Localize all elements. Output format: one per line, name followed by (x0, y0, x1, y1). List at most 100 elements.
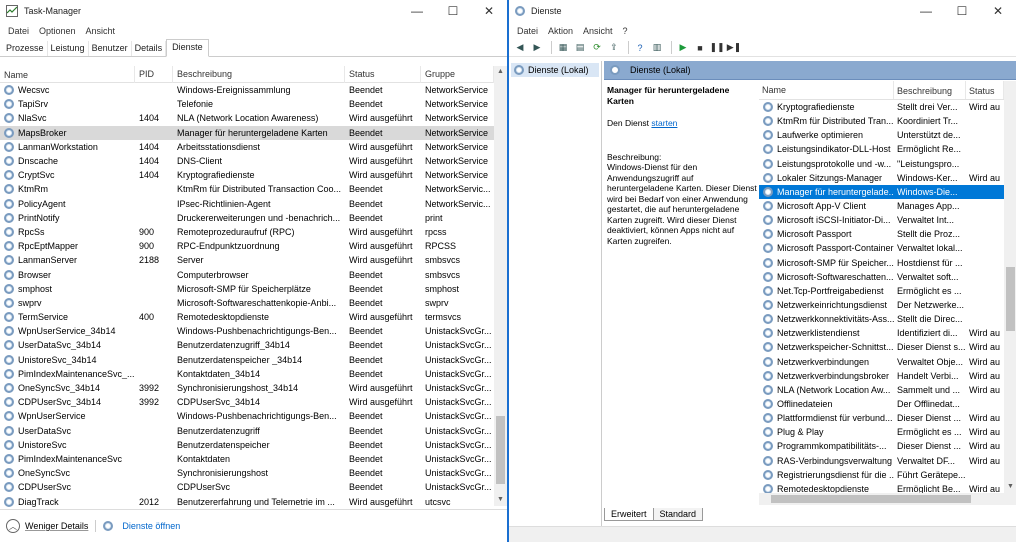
export-list-icon[interactable]: ⇪ (607, 41, 621, 54)
table-row[interactable]: Microsoft-SMP für Speicher... Hostdienst … (759, 256, 1004, 270)
forward-arrow-icon[interactable]: ▶ (530, 41, 544, 54)
sv-vertical-scrollbar[interactable]: ▼ (1004, 81, 1016, 493)
nav-services-local[interactable]: Dienste (Lokal) (511, 63, 599, 77)
table-row[interactable]: Plug & Play Ermöglicht es ... Wird au (759, 425, 1004, 439)
table-row[interactable]: LanmanServer 2188 Server Wird ausgeführt smb… (0, 253, 494, 267)
properties-icon[interactable]: ▤ (573, 41, 587, 54)
scroll-down-icon[interactable]: ▼ (1004, 481, 1016, 493)
open-services-link[interactable]: Dienste öffnen (122, 521, 180, 531)
table-row[interactable]: Net.Tcp-Portfreigabedienst Ermöglicht es … (759, 284, 1004, 298)
col-status[interactable]: Status (966, 81, 1004, 99)
menu-optionen[interactable]: Optionen (34, 26, 81, 36)
table-row[interactable]: Microsoft Passport-Container Verwaltet lo… (759, 241, 1004, 255)
table-row[interactable]: MapsBroker Manager für heruntergeladene K… (0, 125, 494, 140)
start-service-icon[interactable]: ▶ (676, 41, 690, 54)
tab-benutzer[interactable]: Benutzer (89, 41, 132, 56)
menu-ansicht[interactable]: Ansicht (578, 26, 618, 36)
table-row[interactable]: RpcEptMapper 900 RPC-Endpunktzuordnung Wird… (0, 239, 494, 253)
col-status[interactable]: Status (345, 66, 421, 83)
start-service-link[interactable]: starten (651, 118, 677, 128)
table-row[interactable]: CDPUserSvc CDPUserSvc Beendet UnistackSvcGr… (0, 480, 494, 494)
table-row[interactable]: Browser Computerbrowser Beendet smbsvcs (0, 267, 494, 281)
table-row[interactable]: TapiSrv Telefonie Beendet NetworkService (0, 97, 494, 111)
col-name[interactable]: Name ^ (759, 81, 894, 99)
menu-datei[interactable]: Datei (512, 26, 543, 36)
sv-horizontal-scrollbar[interactable] (759, 493, 1016, 505)
tm-vertical-scrollbar[interactable]: ▲ ▼ (494, 66, 507, 506)
table-row[interactable]: swprv Microsoft-Softwareschattenkopie-Anb… (0, 296, 494, 310)
table-row[interactable]: RAS-Verbindungsverwaltung Verwaltet DF...… (759, 454, 1004, 468)
table-row[interactable]: WpnUserService_34b14 Windows-Pushbenachri… (0, 324, 494, 338)
tm-scroll-thumb[interactable] (496, 416, 505, 484)
table-row[interactable]: Netzwerkverbindungen Verwaltet Obje... Wir… (759, 355, 1004, 369)
table-row[interactable]: Netzwerkeinrichtungsdienst Der Netzwerke.… (759, 298, 1004, 312)
table-row[interactable]: UserDataSvc_34b14 Benutzerdatenzugriff_34… (0, 338, 494, 352)
table-row[interactable]: Netzwerklistendienst Identifiziert di... W… (759, 326, 1004, 340)
table-row[interactable]: OneSyncSvc Synchronisierungshost Beendet Un… (0, 466, 494, 480)
table-row[interactable]: Dnscache 1404 DNS-Client Wird ausgeführt Net… (0, 154, 494, 168)
table-row[interactable]: UnistoreSvc Benutzerdatenspeicher Beendet U… (0, 438, 494, 452)
table-row[interactable]: Lokaler Sitzungs-Manager Windows-Ker... Wi… (759, 171, 1004, 185)
col-group[interactable]: Gruppe ^ (421, 66, 494, 83)
table-row[interactable]: LanmanWorkstation 1404 Arbeitsstationsdien… (0, 140, 494, 154)
table-row[interactable]: Programmkompatibilitäts-... Dieser Dienst… (759, 439, 1004, 453)
table-row[interactable]: NlaSvc 1404 NLA (Network Location Awarenes… (0, 111, 494, 125)
maximize-icon[interactable]: ☐ (944, 0, 980, 22)
stop-service-icon[interactable]: ■ (693, 41, 707, 54)
sv-titlebar[interactable]: Dienste — ☐ ✕ (509, 0, 1016, 22)
table-row[interactable]: Manager für heruntergelade... Windows-Die… (759, 184, 1004, 199)
table-row[interactable]: Laufwerke optimieren Unterstützt de... (759, 128, 1004, 142)
table-row[interactable]: CDPUserSvc_34b14 3992 CDPUserSvc_34b14 Wird… (0, 395, 494, 409)
table-row[interactable]: smphost Microsoft-SMP für Speicherplätze B… (0, 282, 494, 296)
table-row[interactable]: UserDataSvc Benutzerdatenzugriff Beendet Un… (0, 424, 494, 438)
table-row[interactable]: UnistoreSvc_34b14 Benutzerdatenspeicher _… (0, 353, 494, 367)
sv-scroll-thumb[interactable] (1006, 267, 1015, 331)
table-row[interactable]: PolicyAgent IPsec-Richtlinien-Agent Beende… (0, 197, 494, 211)
table-row[interactable]: OneSyncSvc_34b14 3992 Synchronisierungshos… (0, 381, 494, 395)
table-row[interactable]: PrintNotify Druckererweiterungen und -ben… (0, 211, 494, 225)
table-row[interactable]: Plattformdienst für verbund... Dieser Die… (759, 411, 1004, 425)
table-row[interactable]: Leistungsindikator-DLL-Host Ermöglicht Re… (759, 142, 1004, 156)
col-name[interactable]: Name (0, 66, 135, 83)
table-row[interactable]: Registrierungsdienst für die ... Führt Ge… (759, 468, 1004, 482)
table-row[interactable]: PimIndexMaintenanceSvc Kontaktdaten Beende… (0, 452, 494, 466)
table-row[interactable]: KtmRm KtmRm für Distributed Transaction C… (0, 182, 494, 196)
col-description[interactable]: Beschreibung (894, 81, 966, 99)
tab-dienste[interactable]: Dienste (166, 39, 209, 57)
tm-titlebar[interactable]: Task-Manager — ☐ ✕ (0, 0, 507, 22)
tab-prozesse[interactable]: Prozesse (3, 41, 48, 56)
table-row[interactable]: RpcSs 900 Remoteprozeduraufruf (RPC) Wird a… (0, 225, 494, 239)
tab-standard[interactable]: Standard (652, 508, 704, 521)
table-row[interactable]: TermService 400 Remotedesktopdienste Wird a… (0, 310, 494, 324)
menu-ansicht[interactable]: Ansicht (81, 26, 121, 36)
table-row[interactable]: Microsoft Passport Stellt die Proz... (759, 227, 1004, 241)
table-row[interactable]: Leistungsprotokolle und -w... "Leistungsp… (759, 157, 1004, 171)
table-row[interactable]: Microsoft iSCSI-Initiator-Di... Verwaltet… (759, 213, 1004, 227)
scroll-down-icon[interactable]: ▼ (494, 494, 507, 506)
help-icon[interactable]: ? (633, 41, 647, 54)
table-row[interactable]: Offlinedateien Der Offlinedat... (759, 397, 1004, 411)
table-row[interactable]: CryptSvc 1404 Kryptografiedienste Wird ausg… (0, 168, 494, 182)
table-row[interactable]: Netzwerkspeicher-Schnittst... Dieser Dien… (759, 340, 1004, 354)
tab-details[interactable]: Details (132, 41, 167, 56)
table-row[interactable]: Kryptografiedienste Stellt drei Ver... Wir… (759, 100, 1004, 114)
sv-hscroll-thumb[interactable] (771, 495, 971, 503)
table-row[interactable]: Netzwerkverbindungsbroker Handelt Verbi..… (759, 369, 1004, 383)
pause-service-icon[interactable]: ❚❚ (709, 41, 724, 54)
fewer-details-link[interactable]: Weniger Details (25, 521, 88, 531)
menu-help[interactable]: ? (618, 26, 633, 36)
table-row[interactable]: NLA (Network Location Aw... Sammelt und .… (759, 383, 1004, 397)
table-row[interactable]: Netzwerkkonnektivitäts-Ass... Stellt die … (759, 312, 1004, 326)
table-row[interactable]: DiagTrack 2012 Benutzererfahrung und Telem… (0, 494, 494, 508)
table-row[interactable]: Microsoft-Softwareschatten... Verwaltet s… (759, 270, 1004, 284)
close-icon[interactable]: ✕ (980, 0, 1016, 22)
tab-leistung[interactable]: Leistung (48, 41, 89, 56)
minimize-icon[interactable]: — (908, 0, 944, 22)
table-row[interactable]: Microsoft App-V Client Manages App... (759, 199, 1004, 213)
table-row[interactable]: PimIndexMaintenanceSvc_... Kontaktdaten_3… (0, 367, 494, 381)
refresh-icon[interactable]: ⟳ (590, 41, 604, 54)
menu-datei[interactable]: Datei (3, 26, 34, 36)
console-tree-icon[interactable]: ▦ (556, 41, 570, 54)
scroll-up-icon[interactable]: ▲ (494, 66, 507, 78)
table-row[interactable]: WpnUserService Windows-Pushbenachrichtigu… (0, 409, 494, 423)
